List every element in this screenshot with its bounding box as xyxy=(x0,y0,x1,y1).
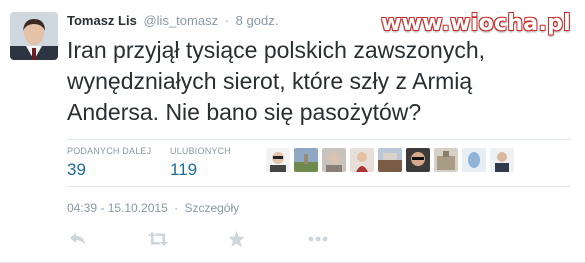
tweet-header: Tomasz Lis @lis_tomasz · 8 godz. xyxy=(67,13,278,28)
star-icon xyxy=(227,231,245,247)
divider xyxy=(67,186,571,187)
retweet-icon xyxy=(148,232,168,246)
favoriter-avatar[interactable] xyxy=(406,148,430,172)
divider xyxy=(67,139,571,140)
retweets-stat[interactable]: PODANYCH DALEJ 39 xyxy=(67,146,151,180)
details-link[interactable]: Szczegóły xyxy=(184,201,239,215)
tweet-text-line: Andersa. Nie bano się pasożytów? xyxy=(67,99,422,125)
retweet-button[interactable] xyxy=(147,228,169,250)
tweet-card: Tomasz Lis @lis_tomasz · 8 godz. www.wio… xyxy=(0,0,585,263)
tweet-time[interactable]: 8 godz. xyxy=(236,13,279,28)
favoriter-avatar[interactable] xyxy=(322,148,346,172)
favorite-button[interactable] xyxy=(225,228,247,250)
favorites-count: 119 xyxy=(170,160,198,179)
favoriter-avatar[interactable] xyxy=(350,148,374,172)
more-dots-icon xyxy=(308,236,328,242)
favoriter-avatar[interactable] xyxy=(294,148,318,172)
favoriter-avatar[interactable] xyxy=(434,148,458,172)
favoriters-avatars xyxy=(266,148,514,172)
retweets-count: 39 xyxy=(67,160,86,179)
tweet-meta: 04:39 - 15.10.2015 · Szczegóły xyxy=(67,201,239,215)
author-avatar[interactable] xyxy=(10,12,58,60)
reply-icon xyxy=(70,233,85,245)
favoriter-avatar[interactable] xyxy=(462,148,486,172)
retweets-label: PODANYCH DALEJ xyxy=(67,146,152,156)
reply-button[interactable] xyxy=(67,228,89,250)
watermark: www.wiocha.pl xyxy=(381,11,571,36)
author-fullname[interactable]: Tomasz Lis xyxy=(67,13,137,28)
favoriter-avatar[interactable] xyxy=(378,148,402,172)
tweet-text: Iran przyjął tysiące polskich zawszonych… xyxy=(67,35,567,128)
favoriter-avatar[interactable] xyxy=(490,148,514,172)
tweet-timestamp[interactable]: 04:39 - 15.10.2015 xyxy=(67,201,168,215)
header-separator: · xyxy=(224,13,230,28)
favorites-label: ULUBIONYCH xyxy=(170,146,232,156)
favorites-stat[interactable]: ULUBIONYCH 119 xyxy=(170,146,231,180)
tweet-text-line: Iran przyjął tysiące polskich zawszonych… xyxy=(67,37,485,63)
favoriter-avatar[interactable] xyxy=(266,148,290,172)
meta-separator: · xyxy=(174,201,179,215)
tweet-actions xyxy=(67,228,367,250)
more-button[interactable] xyxy=(307,228,329,250)
tweet-text-line: wynędzniałych sierot, które szły z Armią xyxy=(67,68,473,94)
author-username[interactable]: @lis_tomasz xyxy=(143,13,218,28)
